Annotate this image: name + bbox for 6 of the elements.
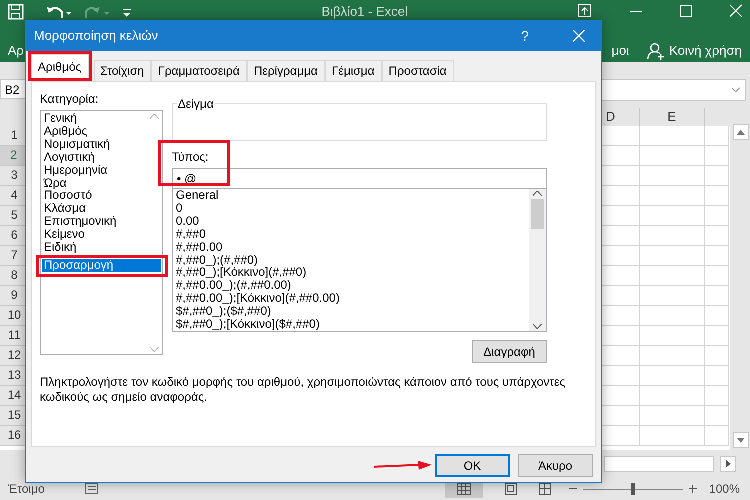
dialog-title: Μορφοποίηση κελιών — [34, 27, 158, 46]
window-title: Βιβλίο1 - Excel — [322, 4, 408, 20]
status-text: Έτοιμο — [8, 481, 45, 498]
description-text: Πληκτρολογήστε τον κωδικό μορφής του αριθμού, χρησιμοποιώντας κάποιον από τους υπάρχοντες κωδικούς ως σημείο αναφοράς. — [40, 375, 566, 405]
type-label: Τύπος: — [172, 149, 210, 166]
category-label: Κατηγορία: — [40, 91, 100, 108]
